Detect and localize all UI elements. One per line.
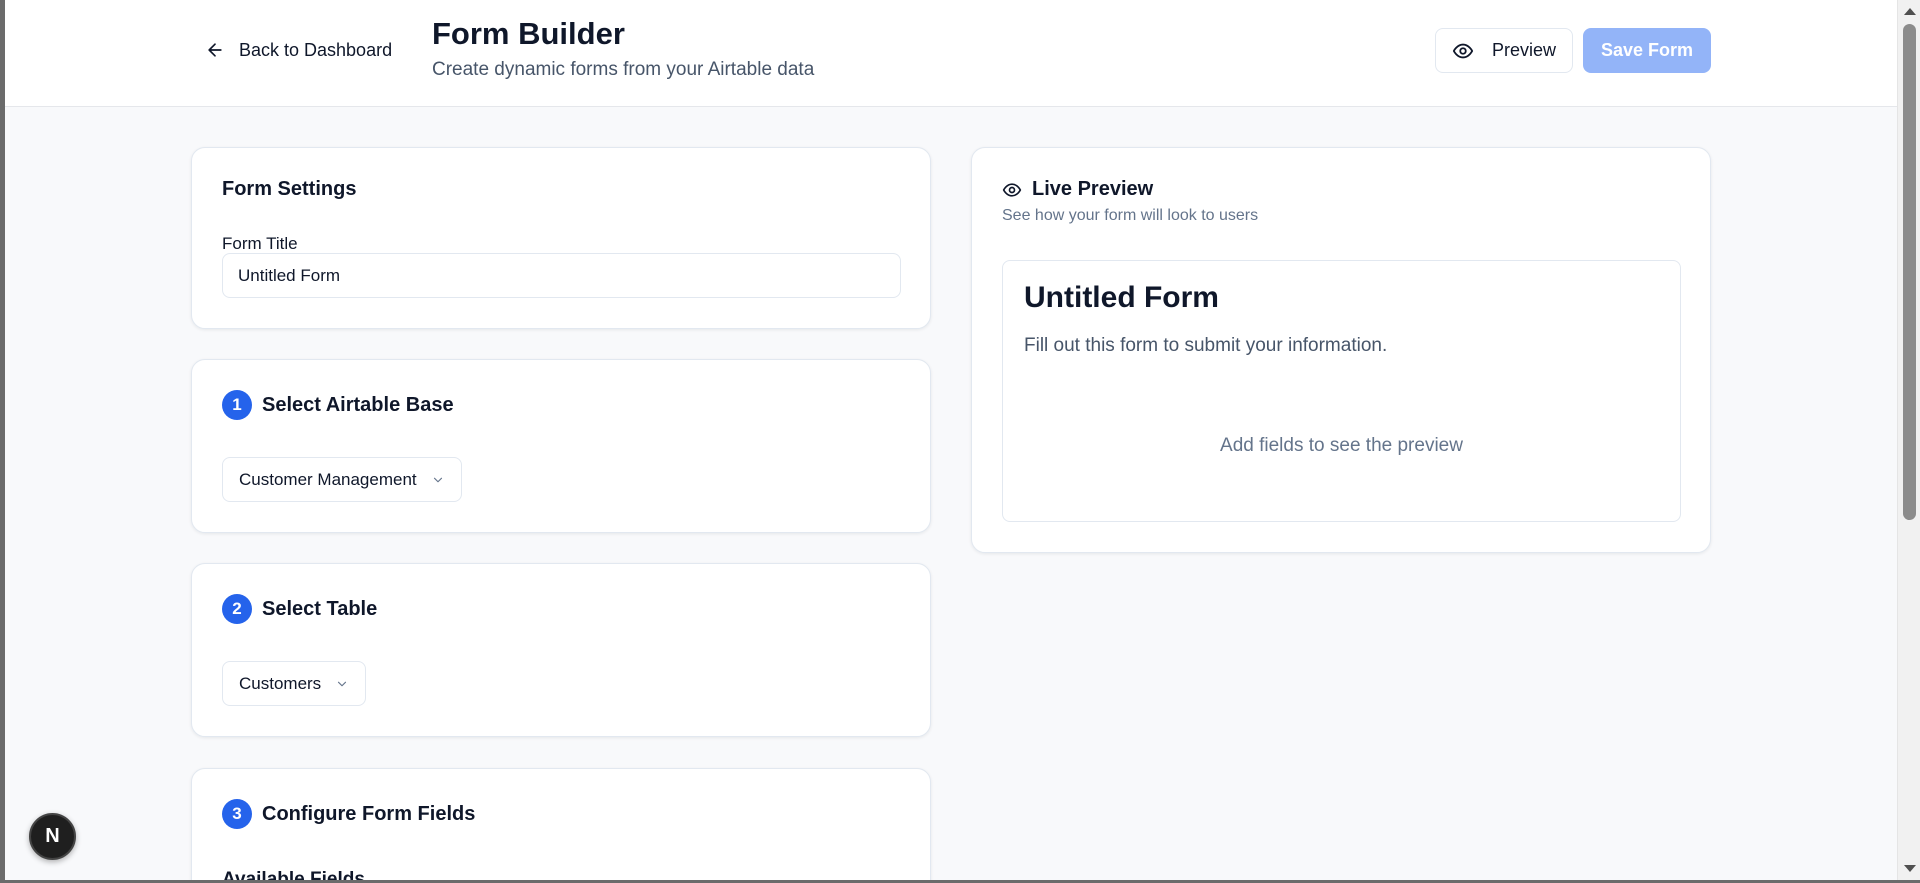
preview-button[interactable]: Preview bbox=[1435, 28, 1573, 73]
page-subtitle: Create dynamic forms from your Airtable … bbox=[432, 59, 815, 80]
preview-form-description: Fill out this form to submit your inform… bbox=[1024, 335, 1388, 356]
table-select-value: Customers bbox=[239, 673, 322, 693]
preview-empty-message: Add fields to see the preview bbox=[1220, 435, 1463, 456]
step-badge: 3 bbox=[222, 799, 252, 829]
eye-icon bbox=[1002, 182, 1022, 197]
table-select[interactable]: Customers bbox=[222, 661, 367, 706]
scroll-up-arrow-icon[interactable] bbox=[1904, 8, 1916, 15]
back-link-label: Back to Dashboard bbox=[239, 39, 393, 60]
base-select[interactable]: Customer Management bbox=[222, 457, 462, 502]
step-title: Configure Form Fields bbox=[262, 802, 476, 825]
step-badge: 1 bbox=[222, 390, 252, 420]
live-preview-heading: Live Preview bbox=[1002, 178, 1153, 201]
select-table-card: 2 Select Table Customers bbox=[191, 563, 931, 737]
live-preview-title: Live Preview bbox=[1032, 178, 1154, 200]
form-settings-title: Form Settings bbox=[222, 178, 357, 200]
step-title: Select Airtable Base bbox=[262, 393, 454, 416]
base-select-value: Customer Management bbox=[239, 469, 417, 489]
live-preview-description: See how your form will look to users bbox=[1002, 207, 1259, 224]
configure-fields-card: 3 Configure Form Fields Available Fields bbox=[191, 768, 931, 883]
form-title-label: Form Title bbox=[222, 234, 298, 253]
page-header: Back to Dashboard Form Builder Create dy… bbox=[5, 0, 1897, 107]
scroll-down-arrow-icon[interactable] bbox=[1904, 865, 1916, 872]
preview-form-title: Untitled Form bbox=[1024, 281, 1219, 314]
preview-button-label: Preview bbox=[1491, 40, 1557, 60]
chevron-down-icon bbox=[338, 681, 347, 686]
save-form-button[interactable]: Save Form bbox=[1583, 28, 1711, 73]
vertical-scrollbar[interactable] bbox=[1897, 0, 1920, 880]
step-2-heading: 2 Select Table bbox=[222, 594, 377, 624]
step-1-heading: 1 Select Airtable Base bbox=[222, 390, 454, 420]
scrollbar-thumb[interactable] bbox=[1903, 24, 1916, 520]
step-badge: 2 bbox=[222, 594, 252, 624]
window-frame-left bbox=[0, 0, 5, 883]
arrow-left-icon bbox=[208, 43, 222, 57]
select-base-card: 1 Select Airtable Base Customer Manageme… bbox=[191, 359, 931, 533]
step-3-heading: 3 Configure Form Fields bbox=[222, 799, 475, 829]
step-title: Select Table bbox=[262, 597, 378, 620]
back-to-dashboard-link[interactable]: Back to Dashboard bbox=[205, 36, 392, 64]
form-title-input[interactable] bbox=[222, 253, 901, 298]
eye-icon bbox=[1452, 43, 1474, 58]
live-preview-card: Live Preview See how your form will look… bbox=[971, 147, 1711, 553]
form-preview-panel: Untitled Form Fill out this form to subm… bbox=[1002, 260, 1681, 522]
chevron-down-icon bbox=[433, 477, 442, 482]
page-title: Form Builder bbox=[432, 16, 625, 51]
nextjs-dev-badge[interactable]: N bbox=[29, 813, 76, 860]
form-settings-card: Form Settings Form Title bbox=[191, 147, 931, 329]
